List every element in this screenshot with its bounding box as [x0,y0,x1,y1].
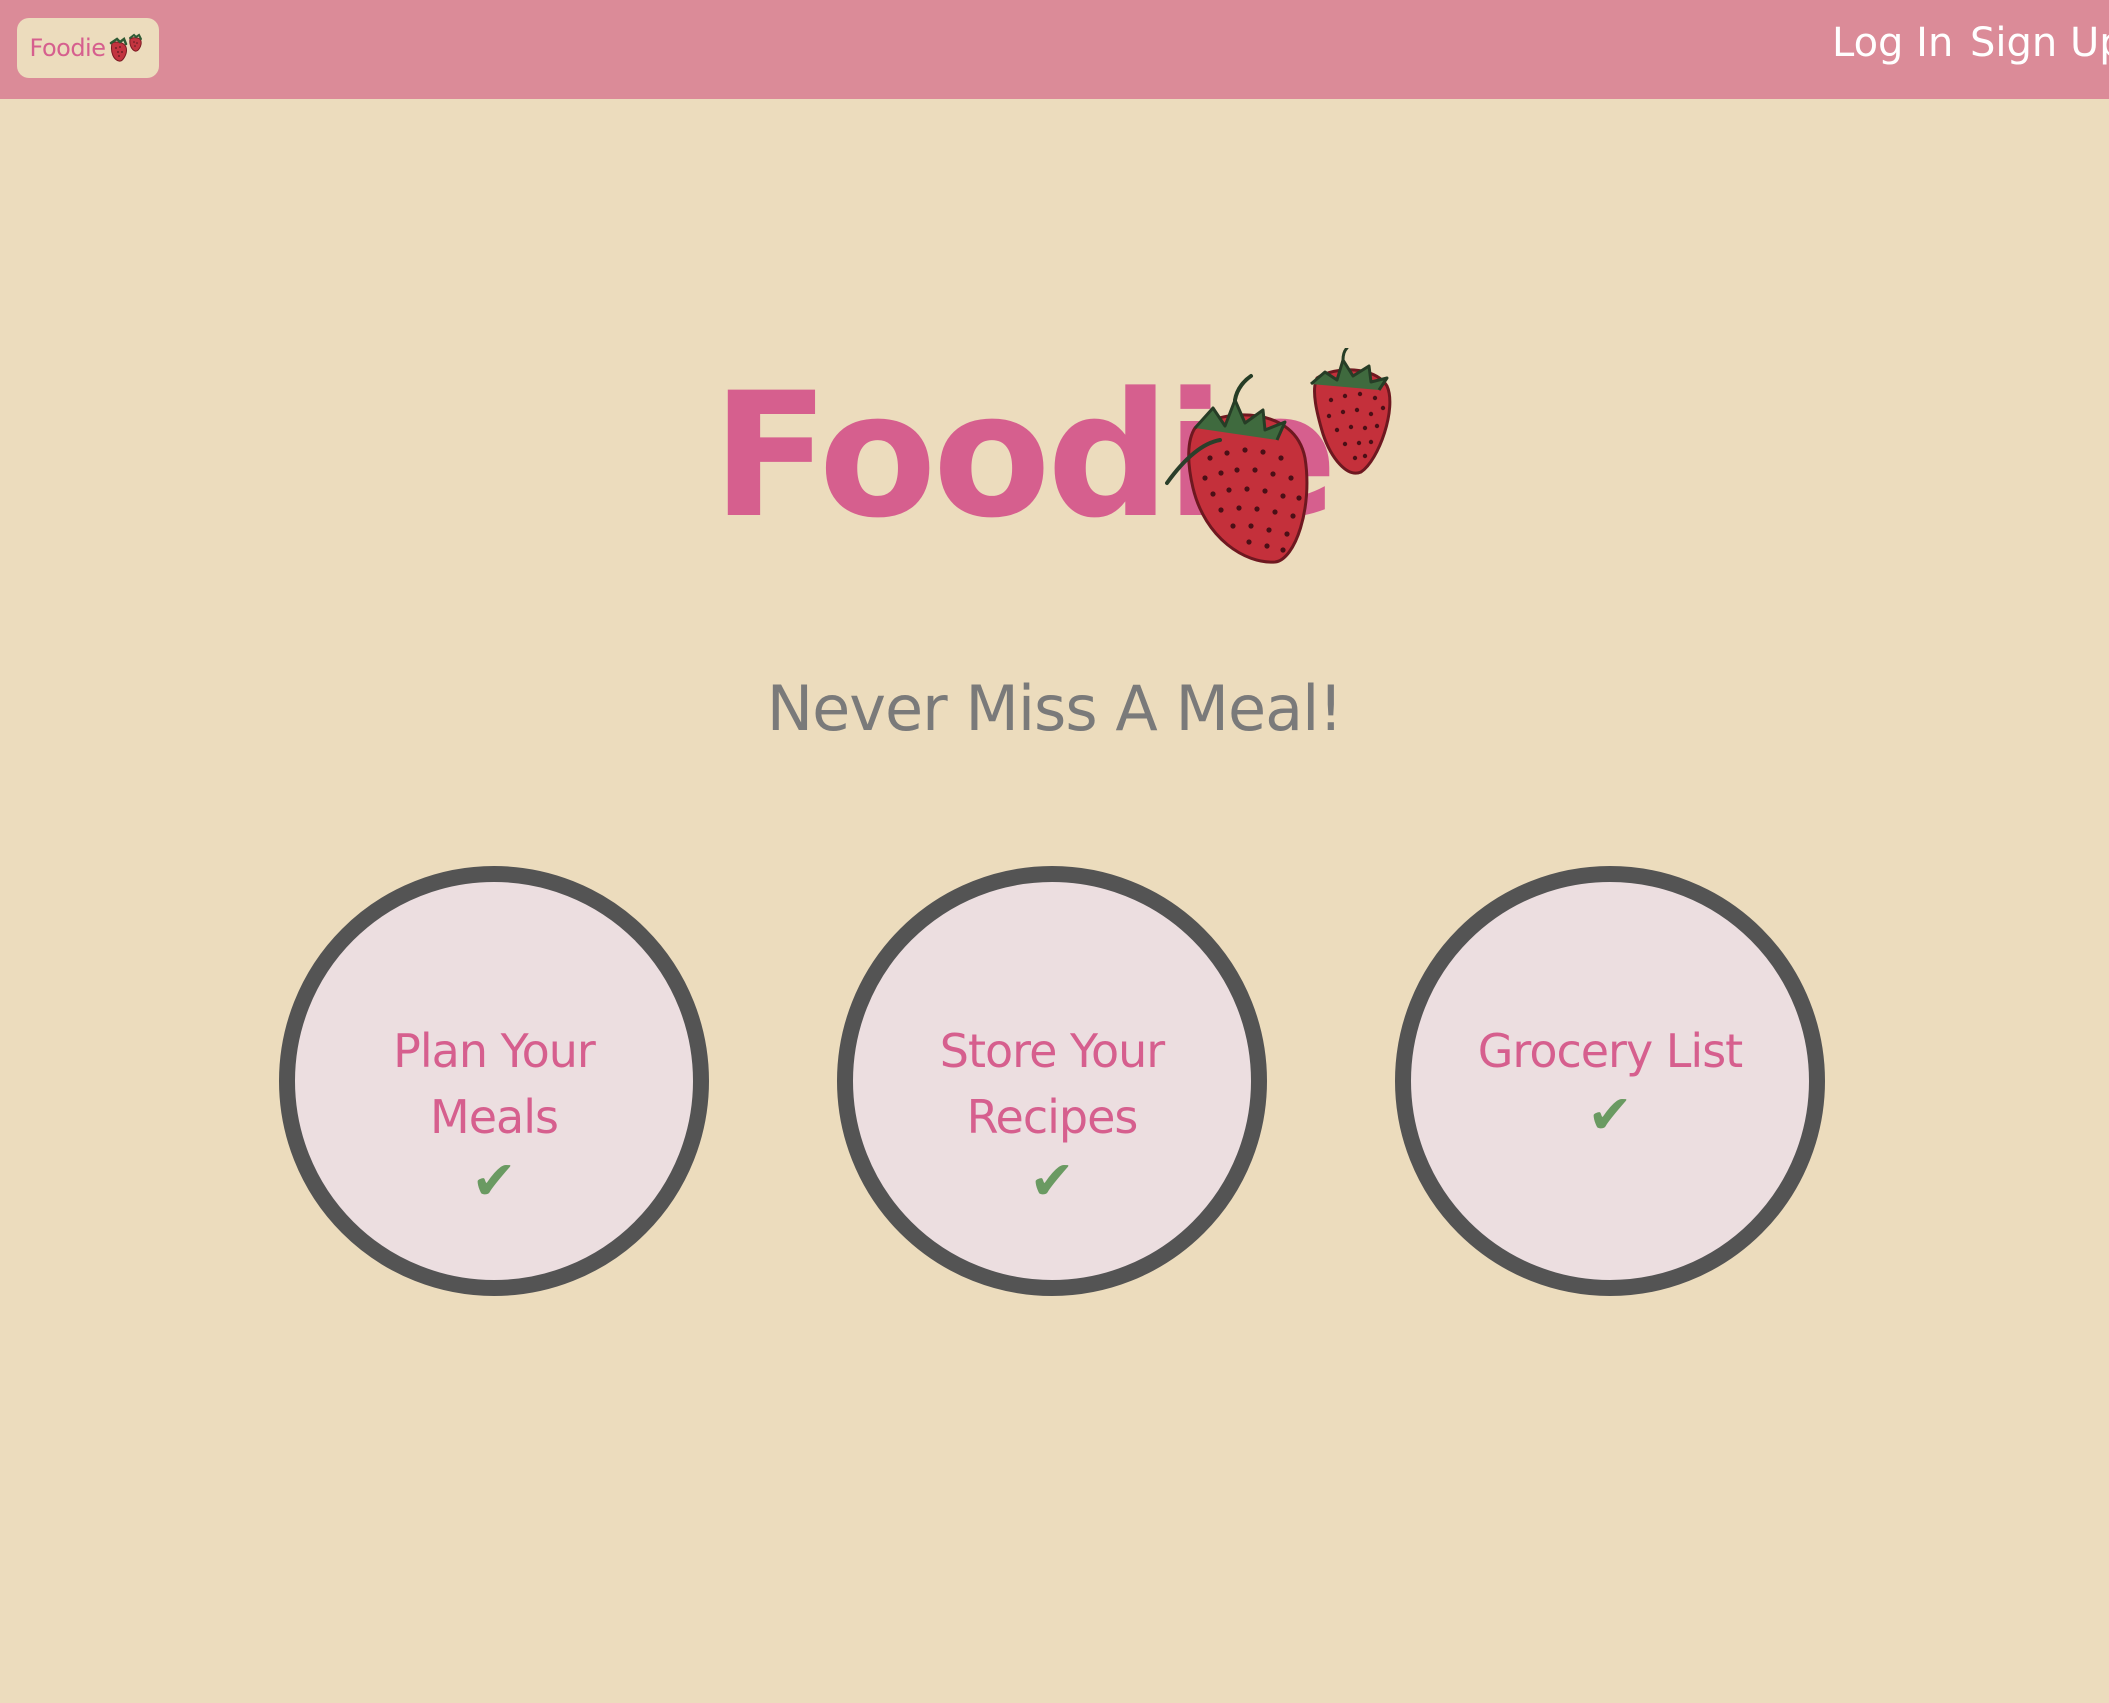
strawberry-icon [110,33,143,62]
signup-link[interactable]: Sign Up [1970,20,2109,66]
feature-store-recipes[interactable]: Store Your Recipes ✔ [837,866,1267,1296]
navbar: Foodie Log In Sign Up [0,0,2109,99]
brand-name: Foodie [29,34,106,62]
tagline: Never Miss A Meal! [766,672,1343,745]
check-icon: ✔ [1587,1083,1633,1146]
feature-grocery-list[interactable]: Grocery List ✔ [1395,866,1825,1296]
feature-label: Plan Your Meals [393,1024,596,1144]
feature-label: Grocery List [1477,1024,1743,1078]
check-icon: ✔ [1029,1149,1075,1212]
brand-logo-button[interactable]: Foodie [17,18,159,78]
strawberry-icon [1165,348,1392,564]
feature-plan-meals[interactable]: Plan Your Meals ✔ [279,866,709,1296]
login-link[interactable]: Log In [1832,20,1953,66]
check-icon: ✔ [471,1149,517,1212]
feature-label: Store Your Recipes [939,1024,1165,1144]
